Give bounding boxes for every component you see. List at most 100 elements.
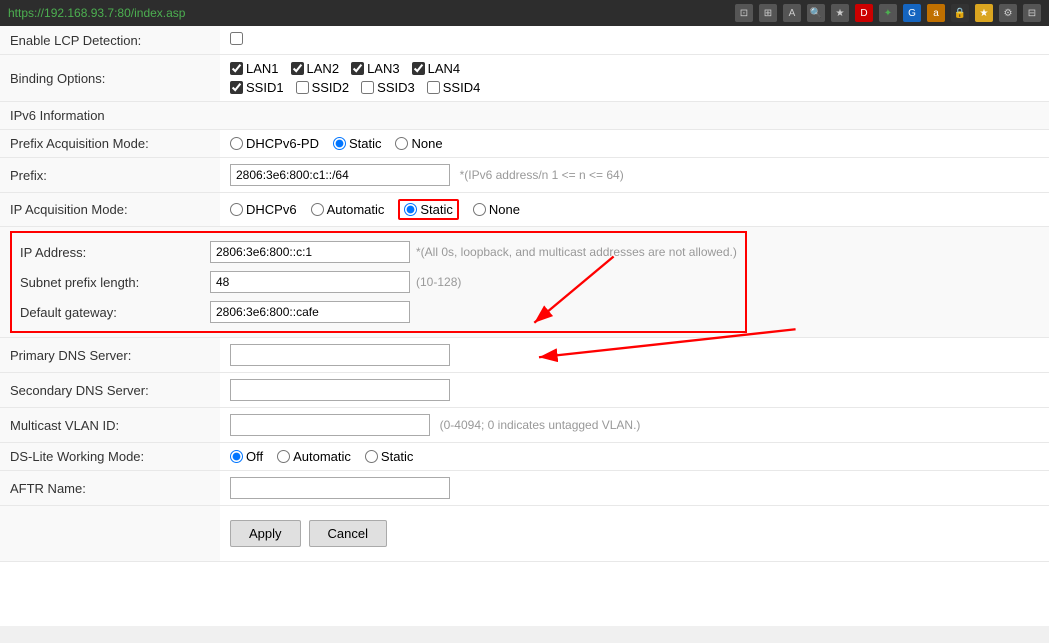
ipv6-header-label: IPv6 Information [0,102,1049,130]
ip-fields-cell: IP Address: *(All 0s, loopback, and mult… [0,227,1049,338]
lcp-value [220,26,1049,55]
prefix-none-radio[interactable] [395,137,408,150]
ssid3-checkbox[interactable] [361,81,374,94]
prefix-input[interactable] [230,164,450,186]
ip-none-item[interactable]: None [473,202,520,217]
ip-acq-mode-label: IP Acquisition Mode: [0,193,220,227]
dslite-auto-item[interactable]: Automatic [277,449,351,464]
ip-static-item[interactable]: Static [398,199,459,220]
ssid3-item[interactable]: SSID3 [361,80,415,95]
ip-static-label: Static [420,202,453,217]
prefix-static-item[interactable]: Static [333,136,382,151]
buttons-row: Apply Cancel [0,506,1049,562]
ssid1-checkbox[interactable] [230,81,243,94]
prefix-static-radio[interactable] [333,137,346,150]
url-bar[interactable]: https://192.168.93.7:80/index.asp [8,6,185,20]
prefix-dhcpv6pd-radio[interactable] [230,137,243,150]
ip-none-radio[interactable] [473,203,486,216]
prefix-none-item[interactable]: None [395,136,442,151]
icon-8: G [903,4,921,22]
icon-10: 🔒 [951,4,969,22]
icon-6: D [855,4,873,22]
ssid4-item[interactable]: SSID4 [427,80,481,95]
ip-address-row: IP Address: *(All 0s, loopback, and mult… [20,237,737,267]
ip-static-radio[interactable] [404,203,417,216]
ip-dhcpv6-label: DHCPv6 [246,202,297,217]
ip-acq-mode-row: IP Acquisition Mode: DHCPv6 Automatic St… [0,193,1049,227]
ip-fields-row: IP Address: *(All 0s, loopback, and mult… [0,227,1049,338]
lan1-item[interactable]: LAN1 [230,61,279,76]
page-content: Enable LCP Detection: Binding Options: L… [0,26,1049,626]
prefix-mode-label: Prefix Acquisition Mode: [0,130,220,158]
lcp-checkbox[interactable] [230,32,243,45]
dslite-row: DS-Lite Working Mode: Off Automatic Stat… [0,443,1049,471]
multicast-vlan-cell: (0-4094; 0 indicates untagged VLAN.) [220,408,1049,443]
aftr-row: AFTR Name: [0,471,1049,506]
lan3-checkbox[interactable] [351,62,364,75]
lan2-checkbox[interactable] [291,62,304,75]
secondary-dns-row: Secondary DNS Server: [0,373,1049,408]
subnet-row: Subnet prefix length: (10-128) [20,267,737,297]
lan3-label: LAN3 [367,61,400,76]
ip-auto-radio[interactable] [311,203,324,216]
browser-icons: ⊡ ⊞ A 🔍 ★ D ✦ G a 🔒 ★ ⚙ ⊟ [735,4,1041,22]
browser-bar: https://192.168.93.7:80/index.asp ⊡ ⊞ A … [0,0,1049,26]
ip-dhcpv6-radio[interactable] [230,203,243,216]
lan1-checkbox[interactable] [230,62,243,75]
aftr-cell [220,471,1049,506]
ip-auto-label: Automatic [327,202,385,217]
icon-3: A [783,4,801,22]
ip-address-input[interactable] [210,241,410,263]
primary-dns-label: Primary DNS Server: [0,338,220,373]
lan3-item[interactable]: LAN3 [351,61,400,76]
prefix-value-cell: *(IPv6 address/n 1 <= n <= 64) [220,158,1049,193]
lan4-checkbox[interactable] [412,62,425,75]
ip-none-label: None [489,202,520,217]
prefix-dhcpv6pd-item[interactable]: DHCPv6-PD [230,136,319,151]
ip-fields-box: IP Address: *(All 0s, loopback, and mult… [10,231,747,333]
primary-dns-cell [220,338,1049,373]
gateway-row: Default gateway: [20,297,737,327]
secondary-dns-cell [220,373,1049,408]
gateway-input[interactable] [210,301,410,323]
dslite-static-item[interactable]: Static [365,449,414,464]
multicast-vlan-row: Multicast VLAN ID: (0-4094; 0 indicates … [0,408,1049,443]
ssid2-label: SSID2 [312,80,350,95]
icon-1: ⊡ [735,4,753,22]
ssid1-item[interactable]: SSID1 [230,80,284,95]
secondary-dns-input[interactable] [230,379,450,401]
prefix-hint: *(IPv6 address/n 1 <= n <= 64) [460,168,624,182]
apply-button[interactable]: Apply [230,520,301,547]
ssid4-checkbox[interactable] [427,81,440,94]
dslite-off-item[interactable]: Off [230,449,263,464]
dslite-static-radio[interactable] [365,450,378,463]
ssid-group: SSID1 SSID2 SSID3 SSID4 [230,80,1039,95]
gateway-label: Default gateway: [20,305,210,320]
ssid2-checkbox[interactable] [296,81,309,94]
subnet-hint: (10-128) [416,275,461,289]
subnet-input[interactable] [210,271,410,293]
lan4-item[interactable]: LAN4 [412,61,461,76]
icon-13: ⊟ [1023,4,1041,22]
multicast-vlan-input[interactable] [230,414,430,436]
multicast-vlan-hint: (0-4094; 0 indicates untagged VLAN.) [440,418,641,432]
buttons-group: Apply Cancel [230,512,1039,555]
aftr-input[interactable] [230,477,450,499]
icon-7: ✦ [879,4,897,22]
ip-dhcpv6-item[interactable]: DHCPv6 [230,202,297,217]
lan2-item[interactable]: LAN2 [291,61,340,76]
dslite-off-radio[interactable] [230,450,243,463]
secondary-dns-label: Secondary DNS Server: [0,373,220,408]
ssid2-item[interactable]: SSID2 [296,80,350,95]
icon-11: ★ [975,4,993,22]
primary-dns-input[interactable] [230,344,450,366]
aftr-label: AFTR Name: [0,471,220,506]
prefix-static-label: Static [349,136,382,151]
cancel-button[interactable]: Cancel [309,520,387,547]
ipv6-header-row: IPv6 Information [0,102,1049,130]
settings-table: Enable LCP Detection: Binding Options: L… [0,26,1049,562]
dslite-auto-radio[interactable] [277,450,290,463]
ip-auto-item[interactable]: Automatic [311,202,385,217]
prefix-mode-group: DHCPv6-PD Static None [230,136,1039,151]
lan-group: LAN1 LAN2 LAN3 LAN4 [230,61,1039,76]
